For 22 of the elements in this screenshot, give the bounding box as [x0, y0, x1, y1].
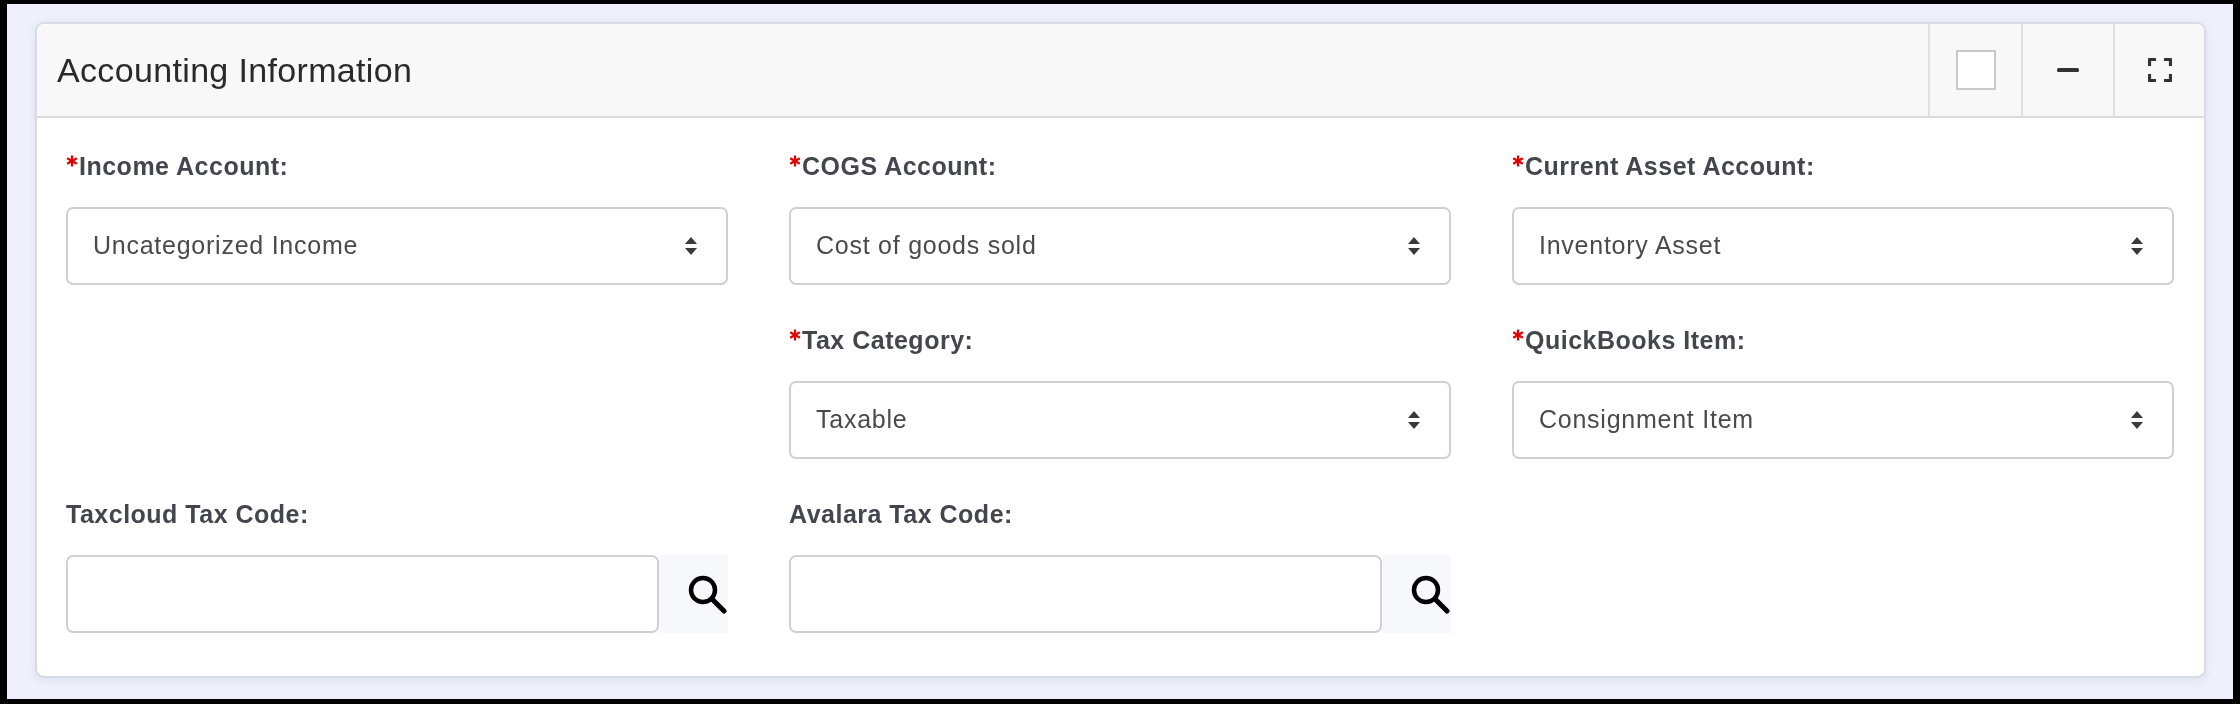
field-label: Tax Category: [802, 325, 974, 355]
field-label: Taxcloud Tax Code: [66, 499, 309, 529]
dropdown[interactable]: Cost of goods sold [789, 207, 1451, 285]
dropdown[interactable]: Taxable [789, 381, 1451, 459]
input-field[interactable] [789, 555, 1382, 633]
search-button[interactable] [659, 555, 728, 633]
search-icon [1410, 574, 1450, 614]
dropdown[interactable]: Uncategorized Income [66, 207, 728, 285]
field-label: COGS Account: [802, 151, 997, 181]
input-field[interactable] [66, 555, 659, 633]
search-icon [687, 574, 727, 614]
dropdown[interactable]: Consignment Item [1512, 381, 2174, 459]
checkbox[interactable] [1955, 50, 1996, 90]
field-label: Current Asset Account: [1525, 151, 1815, 181]
search-button[interactable] [1382, 555, 1451, 633]
field-label: Avalara Tax Code: [789, 499, 1013, 529]
expand-icon [2147, 58, 2172, 82]
dropdown[interactable]: Inventory Asset [1512, 207, 2174, 285]
minus-icon [2057, 68, 2079, 72]
field-label: Income Account: [79, 151, 289, 181]
field-label: QuickBooks Item: [1525, 325, 1746, 355]
panel-title: Accounting Information [57, 49, 413, 91]
